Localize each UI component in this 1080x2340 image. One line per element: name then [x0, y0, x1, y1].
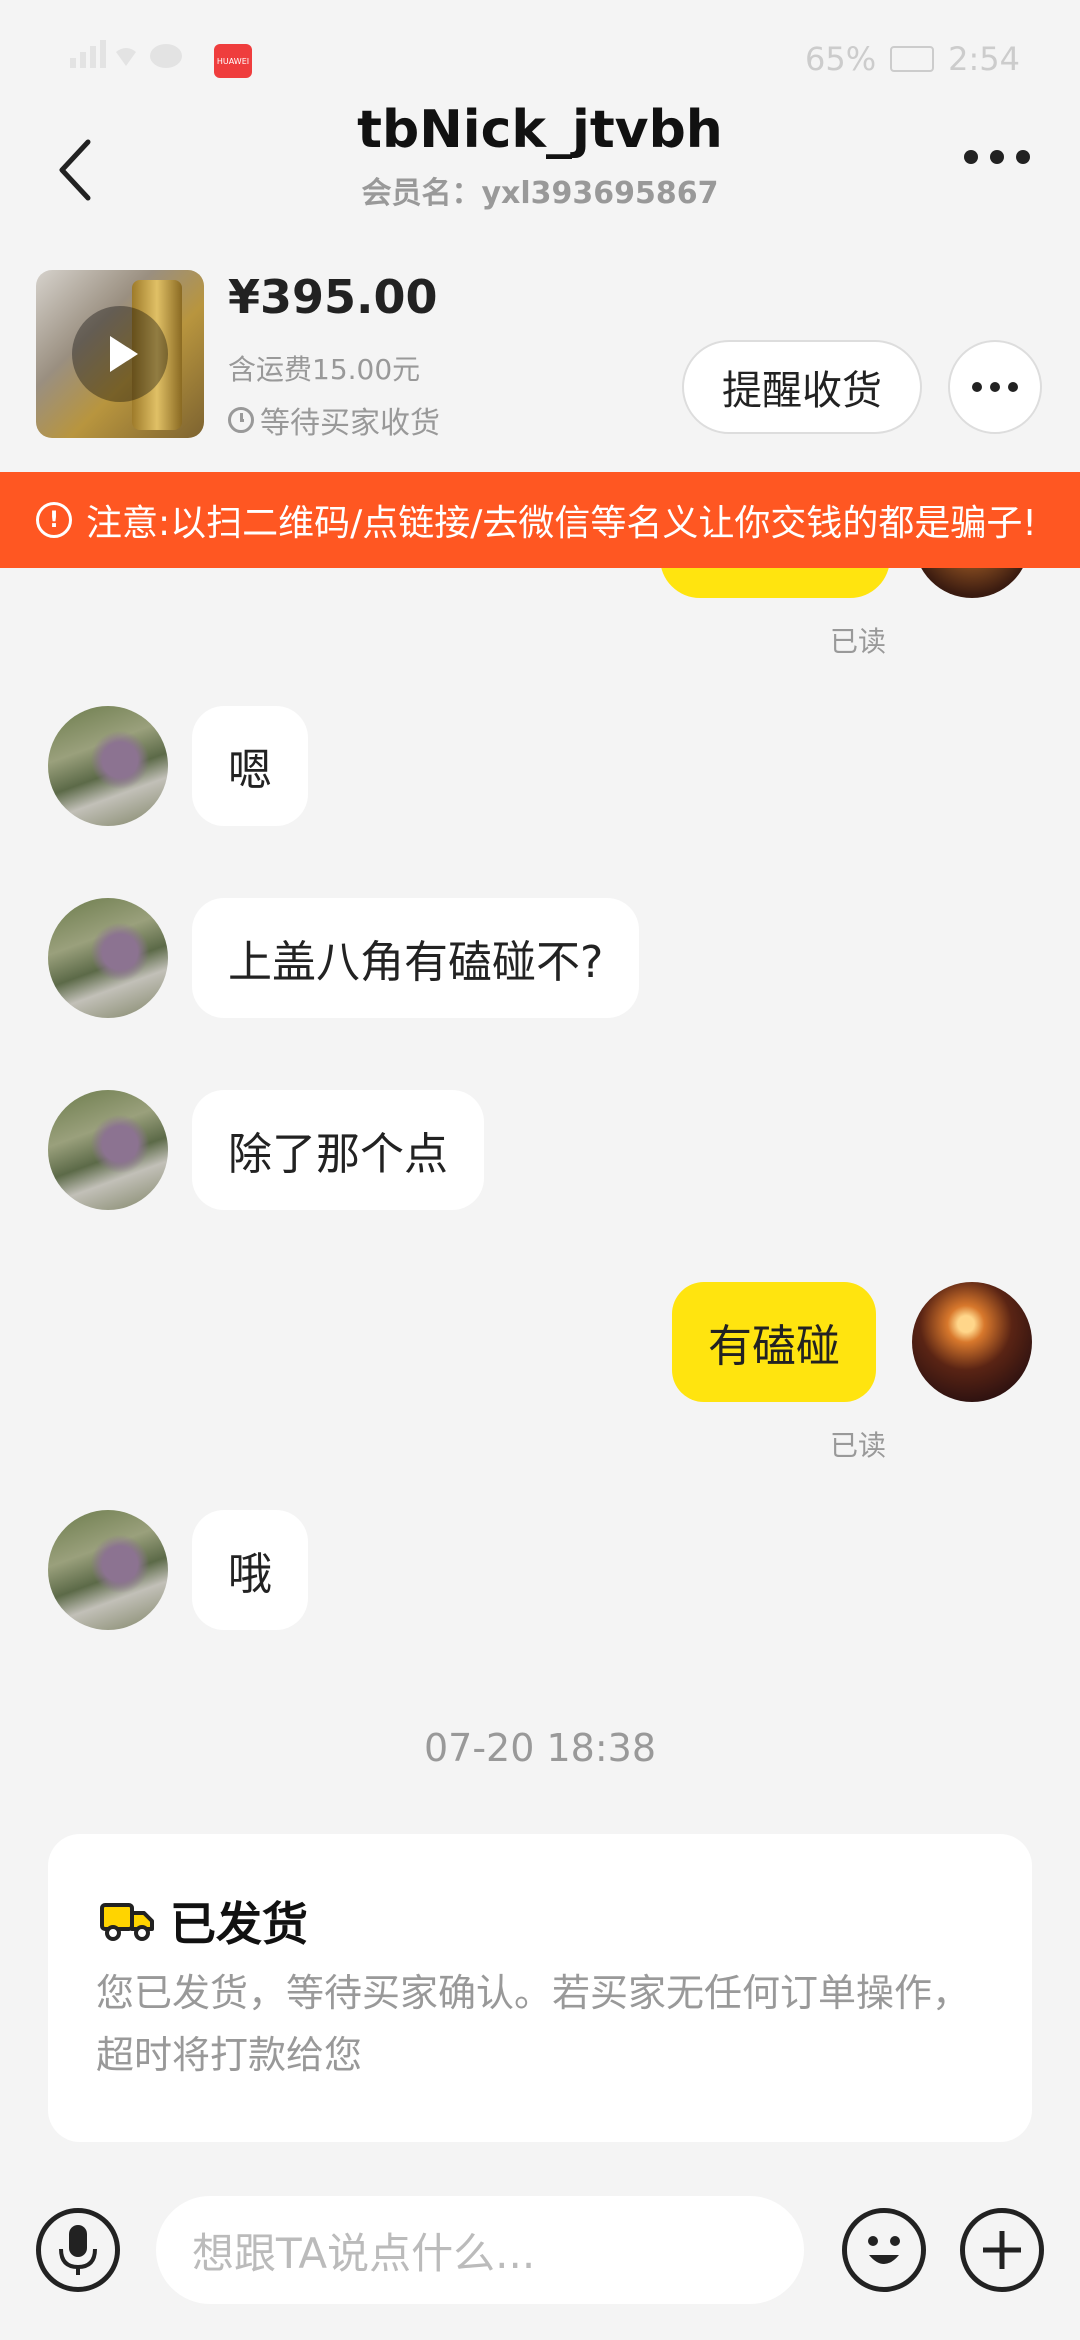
page-title: tbNick_jtvbh: [357, 100, 723, 160]
dot-icon: [990, 382, 1000, 392]
dot-icon: [1008, 382, 1018, 392]
message-timestamp: 07-20 18:38: [423, 1726, 656, 1770]
shipping-title-text: 已发货: [170, 1897, 308, 1951]
voice-input-button[interactable]: [36, 2208, 120, 2292]
message-bubble-received[interactable]: 除了那个点: [192, 1090, 484, 1210]
message-input[interactable]: 想跟TA说点什么...: [156, 2196, 804, 2304]
warning-text: 注意:以扫二维码/点链接/去微信等名义让你交钱的都是骗子!: [86, 503, 1037, 544]
battery-icon: [890, 46, 935, 72]
message-bubble-received[interactable]: 嗯: [192, 706, 308, 826]
emoji-button[interactable]: [842, 2208, 926, 2292]
fraud-warning-banner: ! 注意:以扫二维码/点链接/去微信等名义让你交钱的都是骗子!: [0, 472, 1080, 568]
shipping-card-title: 已发货: [100, 1888, 308, 1954]
order-status: 等待买家收货: [228, 398, 440, 442]
signal-icons: [70, 40, 200, 70]
status-right: 65% 2:54: [805, 40, 1020, 78]
smiley-icon: [868, 2236, 900, 2264]
avatar-buyer[interactable]: [48, 898, 168, 1018]
warning-icon: !: [36, 502, 72, 538]
dot-icon: [1016, 150, 1030, 164]
truck-icon: [100, 1903, 154, 1941]
microphone-icon: [59, 2225, 97, 2275]
play-video-button[interactable]: [72, 306, 168, 402]
avatar-buyer[interactable]: [48, 1510, 168, 1630]
add-attachment-button[interactable]: [960, 2208, 1044, 2292]
avatar-self[interactable]: [912, 1282, 1032, 1402]
dot-icon: [972, 382, 982, 392]
remind-receipt-button[interactable]: 提醒收货: [682, 340, 922, 434]
huawei-app-icon: HUAWEI: [214, 44, 252, 78]
avatar-buyer[interactable]: [48, 1090, 168, 1210]
message-bubble-received[interactable]: 哦: [192, 1510, 308, 1630]
shipping-fee: 含运费15.00元: [228, 353, 421, 386]
read-receipt: 已读: [830, 625, 887, 658]
signal-wifi-icon: [70, 40, 182, 68]
message-bubble-received[interactable]: 上盖八角有磕碰不?: [192, 898, 640, 1018]
message-bubble-sent[interactable]: 有磕碰: [672, 1282, 876, 1402]
member-name: 会员名：yxl393695867: [361, 176, 719, 211]
read-receipt: 已读: [830, 1429, 887, 1462]
dot-icon: [990, 150, 1004, 164]
play-icon: [110, 336, 138, 372]
shipping-description: 您已发货，等待买家确认。若买家无任何订单操作，超时将打款给您: [96, 1971, 971, 2077]
clock-icon: [228, 407, 254, 433]
order-status-text: 等待买家收货: [260, 406, 440, 441]
product-more-button[interactable]: [948, 340, 1042, 434]
product-price: ¥395.00: [228, 270, 438, 324]
dot-icon: [964, 150, 978, 164]
battery-percent: 65%: [805, 40, 877, 78]
avatar-buyer[interactable]: [48, 706, 168, 826]
more-options-button[interactable]: [964, 150, 1030, 164]
plus-icon: [983, 2231, 1021, 2269]
clock-time: 2:54: [948, 40, 1020, 78]
